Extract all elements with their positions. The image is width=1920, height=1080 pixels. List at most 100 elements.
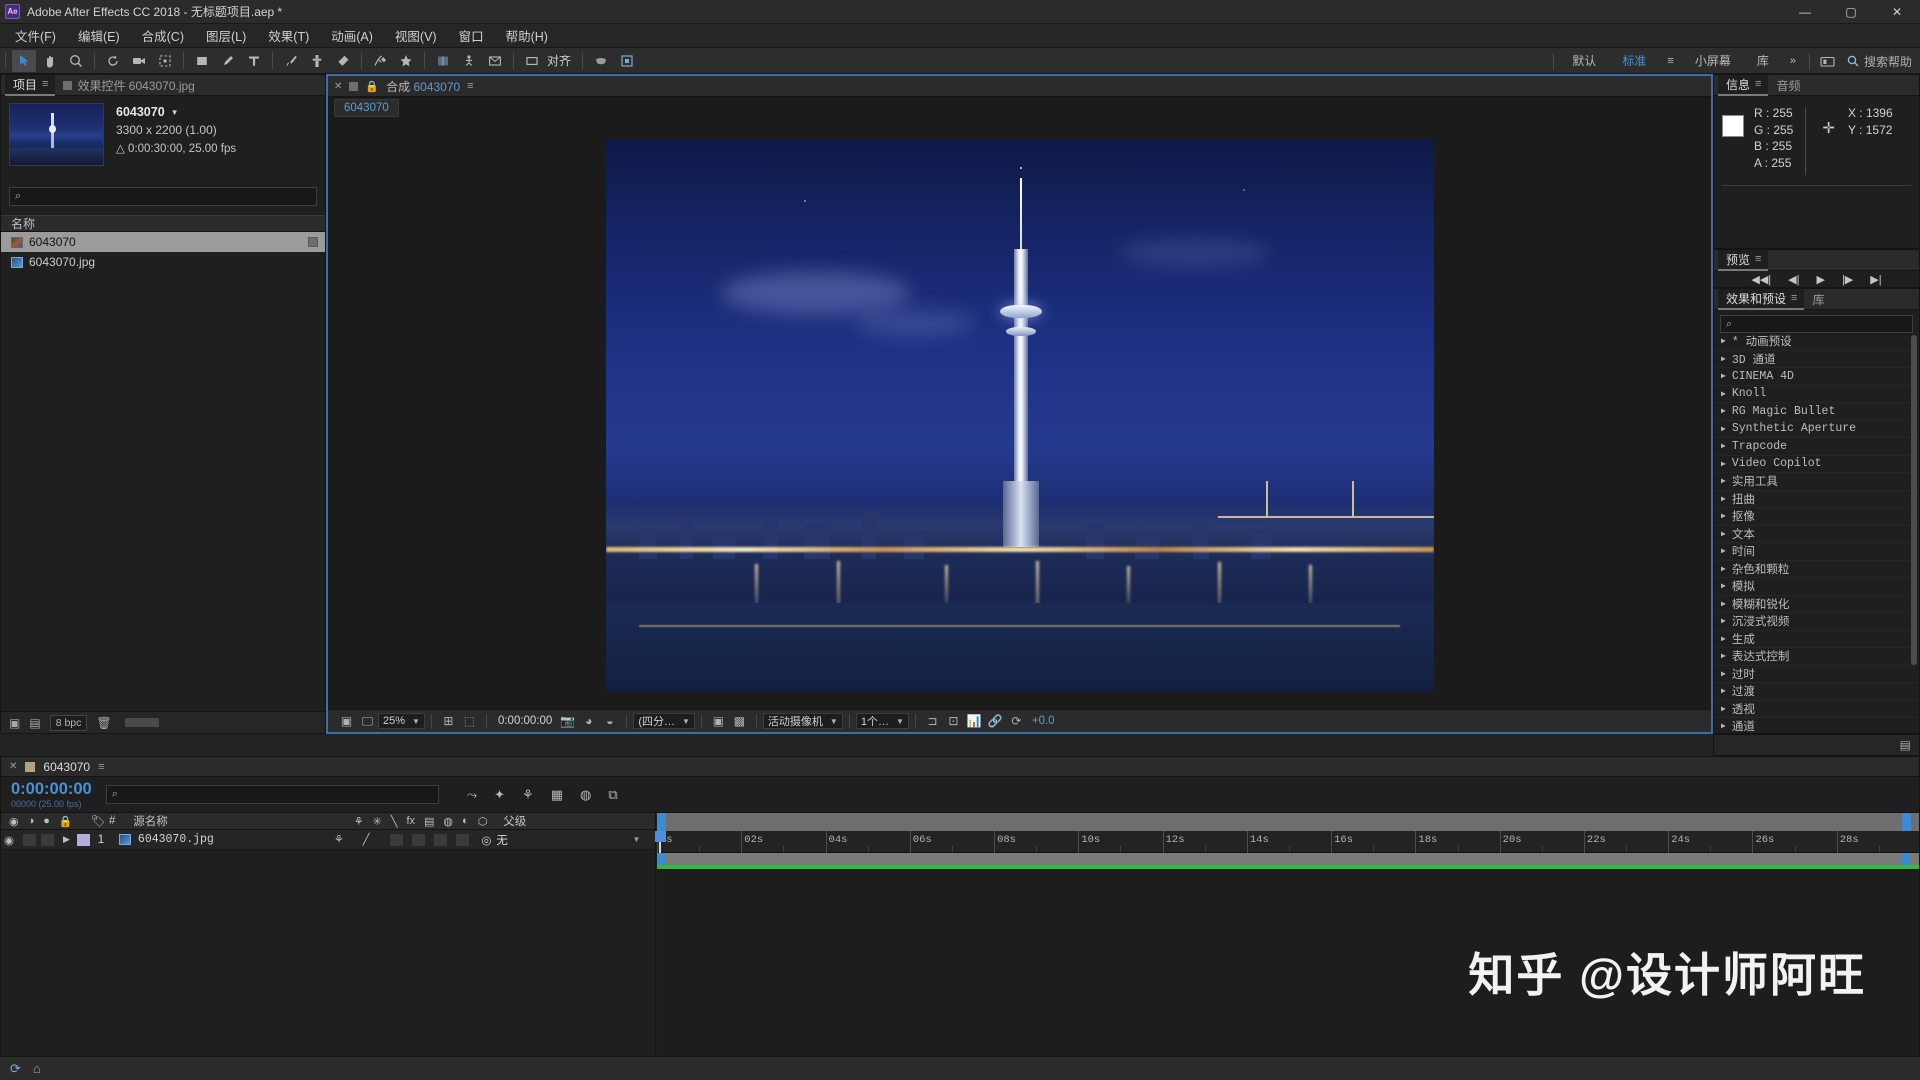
always-preview-icon[interactable]: ▣ — [336, 712, 357, 731]
camera-select[interactable]: 活动摄像机 ▼ — [762, 713, 843, 729]
first-frame-icon[interactable]: ◀◀| — [1751, 273, 1771, 286]
disclosure-triangle-icon[interactable]: ▶ — [1721, 441, 1726, 451]
panel-menu-icon[interactable]: ≡ — [98, 761, 104, 773]
effect-category-row[interactable]: ▶ * 动画预设 — [1714, 333, 1919, 351]
effect-category-row[interactable]: ▶ Knoll — [1714, 386, 1919, 403]
new-folder-icon[interactable]: ▣ — [9, 716, 20, 730]
snapshot-icon[interactable] — [483, 50, 507, 72]
disclosure-triangle-icon[interactable]: ▶ — [1721, 599, 1726, 609]
monitor-icon[interactable]: 🖵 — [357, 712, 378, 731]
menu-composition[interactable]: 合成(C) — [131, 23, 195, 48]
roto-brush-tool-icon[interactable] — [368, 50, 392, 72]
exposure-value[interactable]: +0.0 — [1027, 715, 1060, 727]
grid-options-icon[interactable]: ⊞ — [438, 712, 459, 731]
snapshot-camera-icon[interactable]: 📷 — [557, 712, 578, 731]
bit-depth-button[interactable]: 8 bpc — [49, 714, 88, 731]
effect-category-row[interactable]: ▶ 通道 — [1714, 718, 1919, 733]
effect-category-row[interactable]: ▶ 文本 — [1714, 526, 1919, 543]
workspace-overflow-icon[interactable]: » — [1782, 55, 1804, 67]
workspace-default[interactable]: 默认 — [1559, 48, 1609, 74]
comp-flowchart-icon[interactable]: 🔗 — [985, 712, 1006, 731]
breadcrumb-item[interactable]: 6043070 — [334, 98, 399, 117]
layer-eye-icon[interactable]: ◉ — [1, 833, 17, 847]
tab-library[interactable]: 库 — [1804, 289, 1832, 310]
layer-parent-select[interactable]: ◎ 无 ▼ — [481, 832, 646, 848]
menu-file[interactable]: 文件(F) — [4, 23, 67, 48]
disclosure-triangle-icon[interactable]: ▶ — [1721, 476, 1726, 486]
panel-menu-icon[interactable]: ≡ — [1791, 292, 1798, 304]
effect-category-row[interactable]: ▶ 3D 通道 — [1714, 351, 1919, 368]
menu-help[interactable]: 帮助(H) — [495, 23, 559, 48]
disclosure-triangle-icon[interactable]: ▶ — [1721, 389, 1726, 399]
maximize-button[interactable]: ▢ — [1828, 0, 1874, 24]
tab-effect-controls[interactable]: 效果控件 6043070.jpg — [55, 75, 202, 96]
item-tag-swatch[interactable] — [308, 237, 318, 247]
previous-frame-icon[interactable]: ◀| — [1788, 273, 1799, 286]
effect-category-row[interactable]: ▶ Synthetic Aperture — [1714, 421, 1919, 438]
timeline-track-area[interactable]: 0s 02s 04s 06s 08s 10s 12s 14s 16s 18s 20s 22s 24s 26… — [654, 813, 1919, 1057]
chevron-down-icon[interactable]: ▼ — [171, 108, 179, 117]
layer-audio-toggle[interactable] — [23, 833, 36, 846]
disclosure-triangle-icon[interactable]: ▶ — [1721, 529, 1726, 539]
vr-tool-icon[interactable] — [589, 50, 613, 72]
layer-motionblur-toggle[interactable] — [434, 833, 448, 846]
disclosure-triangle-icon[interactable]: ▶ — [1721, 494, 1726, 504]
close-button[interactable]: ✕ — [1874, 0, 1920, 24]
composition-canvas[interactable] — [605, 139, 1434, 691]
disclosure-triangle-icon[interactable]: ▶ — [1721, 371, 1726, 381]
work-area-start-handle[interactable] — [657, 853, 665, 865]
selection-tool-icon[interactable] — [12, 49, 36, 72]
disclosure-triangle-icon[interactable]: ▶ — [1721, 511, 1726, 521]
workspace-menu-icon[interactable]: ≡ — [1659, 55, 1681, 67]
pen-tool-icon[interactable] — [216, 50, 240, 72]
new-comp-icon[interactable]: ▤ — [29, 716, 40, 730]
effect-category-row[interactable]: ▶ 表达式控制 — [1714, 648, 1919, 666]
tab-info[interactable]: 信息 ≡ — [1718, 74, 1769, 96]
rotation-tool-icon[interactable] — [101, 50, 125, 72]
layer-solo-toggle[interactable] — [41, 833, 54, 846]
disclosure-triangle-icon[interactable]: ▶ — [1721, 669, 1726, 679]
fast-preview-icon[interactable]: ⊡ — [943, 712, 964, 731]
zoom-level-select[interactable]: 25% ▼ — [378, 713, 425, 729]
panel-menu-icon[interactable]: ≡ — [1755, 253, 1762, 265]
project-search-box[interactable]: ⌕ — [9, 187, 317, 206]
layer-name[interactable]: 6043070.jpg — [138, 833, 214, 846]
composition-tab-label[interactable]: 合成 6043070 — [386, 78, 460, 95]
eraser-tool-icon[interactable] — [331, 50, 355, 72]
clone-stamp-tool-icon[interactable] — [305, 50, 329, 72]
timeline-search-box[interactable]: ⌕ — [105, 785, 439, 804]
panel-menu-icon[interactable]: ≡ — [1755, 78, 1762, 90]
disclosure-triangle-icon[interactable]: ▶ — [1721, 651, 1726, 661]
effect-category-row[interactable]: ▶ 抠像 — [1714, 508, 1919, 526]
effect-category-row[interactable]: ▶ Trapcode — [1714, 438, 1919, 456]
menu-window[interactable]: 窗口 — [448, 23, 495, 48]
tab-preview[interactable]: 预览 ≡ — [1718, 249, 1769, 271]
effects-scrollbar[interactable] — [1911, 335, 1917, 665]
disclosure-triangle-icon[interactable]: ▶ — [1721, 546, 1726, 556]
effect-category-row[interactable]: ▶ 杂色和颗粒 — [1714, 561, 1919, 578]
frame-blending-icon[interactable]: ▦ — [551, 787, 563, 803]
composition-stage[interactable] — [328, 118, 1711, 708]
layer-label-color[interactable] — [76, 833, 90, 846]
effect-category-row[interactable]: ▶ 生成 — [1714, 631, 1919, 648]
tab-effects-presets[interactable]: 效果和预设 ≡ — [1718, 288, 1805, 310]
puppet-pin-tool-icon[interactable] — [394, 50, 418, 72]
ruler-icon[interactable] — [457, 50, 481, 72]
disclosure-triangle-icon[interactable]: ▶ — [1721, 354, 1726, 364]
expand-view-icon[interactable] — [615, 50, 639, 72]
layer-duration-bar[interactable] — [657, 865, 1919, 869]
views-select[interactable]: 1个… ▼ — [855, 713, 909, 729]
disclosure-triangle-icon[interactable]: ▶ — [1721, 686, 1726, 696]
disclosure-triangle-icon[interactable]: ▶ — [1721, 336, 1726, 346]
tab-audio[interactable]: 音频 — [1768, 75, 1808, 96]
disclosure-triangle-icon[interactable]: ▶ — [1721, 406, 1726, 416]
layer-quality-icon[interactable]: ╱ — [363, 833, 370, 846]
timeline-tab-label[interactable]: 6043070 — [43, 760, 90, 774]
work-area-bar[interactable] — [657, 853, 1919, 865]
effects-search-box[interactable]: ⌕ — [1720, 315, 1913, 333]
effect-category-row[interactable]: ▶ 沉浸式视频 — [1714, 613, 1919, 631]
effect-category-row[interactable]: ▶ 过时 — [1714, 666, 1919, 683]
delete-icon[interactable]: 🗑 — [96, 716, 111, 730]
panel-menu-icon[interactable]: ≡ — [467, 80, 473, 92]
navigator-start-handle[interactable] — [657, 813, 666, 831]
